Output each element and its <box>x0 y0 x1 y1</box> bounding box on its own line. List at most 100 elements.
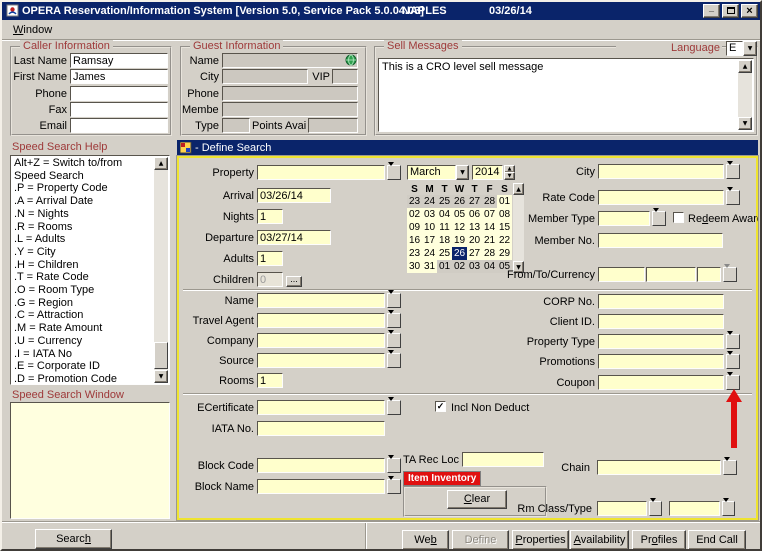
rate-to-field[interactable] <box>646 267 696 282</box>
scroll-up-icon[interactable]: ▲ <box>738 60 752 73</box>
calendar-day[interactable]: 02 <box>407 208 422 221</box>
calendar-day[interactable]: 28 <box>482 247 497 260</box>
calendar-scrollbar[interactable] <box>513 195 524 261</box>
property-type-lov-button[interactable] <box>726 334 740 349</box>
calendar-day[interactable]: 19 <box>452 234 467 247</box>
calendar-day[interactable]: 05 <box>452 208 467 221</box>
rm-class-field[interactable] <box>597 501 647 516</box>
calendar-day[interactable]: 10 <box>422 221 437 234</box>
web-links-button[interactable]: Web Links <box>402 530 449 550</box>
calendar-day[interactable]: 24 <box>422 195 437 208</box>
ecertificate-lov-button[interactable] <box>387 400 401 415</box>
speed-search-help-list[interactable]: Alt+Z = Switch to/from Speed Search .P =… <box>10 155 170 385</box>
departure-field[interactable] <box>257 230 331 245</box>
rooms-field[interactable] <box>257 373 283 388</box>
calendar-day[interactable]: 23 <box>407 195 422 208</box>
arrival-field[interactable] <box>257 188 331 203</box>
title-bar[interactable]: OPERA Reservation/Information System [Ve… <box>2 2 760 20</box>
client-id-field[interactable] <box>598 314 724 329</box>
caller-phone-field[interactable] <box>70 86 168 101</box>
redeem-award-checkbox[interactable] <box>673 212 684 223</box>
chain-field[interactable] <box>597 460 721 475</box>
end-call-button[interactable]: End Call <box>688 530 746 550</box>
calendar-day[interactable]: 03 <box>422 208 437 221</box>
calendar-day[interactable]: 30 <box>407 260 422 273</box>
rm-class-lov-button[interactable] <box>649 501 662 516</box>
menu-window[interactable]: Window <box>8 23 57 37</box>
calendar-day[interactable]: 26 <box>452 195 467 208</box>
scroll-down-icon[interactable]: ▼ <box>738 117 752 130</box>
member-no-field[interactable] <box>598 233 723 248</box>
property-type-field[interactable] <box>598 334 724 349</box>
last-name-field[interactable] <box>70 53 168 68</box>
calendar-day[interactable]: 11 <box>437 221 452 234</box>
coupon-field[interactable] <box>598 375 724 390</box>
incl-non-deduct-checkbox[interactable]: ✓ <box>435 401 446 412</box>
scroll-down-icon[interactable]: ▼ <box>154 370 168 383</box>
month-dropdown-button[interactable]: ▼ <box>456 165 469 180</box>
source-field[interactable] <box>257 353 385 368</box>
calendar-day[interactable]: 09 <box>407 221 422 234</box>
coupon-lov-button[interactable] <box>726 375 740 390</box>
rm-type-field[interactable] <box>669 501 720 516</box>
scrollbar-thumb[interactable] <box>154 342 168 369</box>
chain-lov-button[interactable] <box>723 460 737 475</box>
email-field[interactable] <box>70 118 168 133</box>
city-lov-button[interactable] <box>726 164 740 179</box>
rate-code-field[interactable] <box>598 190 724 205</box>
search-name-field[interactable] <box>257 293 385 308</box>
promotions-field[interactable] <box>598 354 724 369</box>
property-field[interactable] <box>257 165 385 180</box>
speed-search-window-input[interactable] <box>10 402 170 519</box>
calendar-day[interactable]: 25 <box>437 195 452 208</box>
travel-agent-lov-button[interactable] <box>387 313 401 328</box>
city-field[interactable] <box>598 164 724 179</box>
adults-field[interactable] <box>257 251 283 266</box>
currency-field[interactable] <box>697 267 721 282</box>
promotions-lov-button[interactable] <box>726 354 740 369</box>
calendar-day[interactable]: 12 <box>452 221 467 234</box>
calendar-day[interactable]: 04 <box>437 208 452 221</box>
source-lov-button[interactable] <box>387 353 401 368</box>
close-button[interactable]: × <box>741 4 758 18</box>
define-search-titlebar[interactable]: - Define Search <box>177 140 758 156</box>
rate-from-field[interactable] <box>598 267 645 282</box>
language-dropdown-button[interactable]: ▼ <box>743 41 757 56</box>
globe-icon[interactable] <box>345 54 357 69</box>
company-field[interactable] <box>257 333 385 348</box>
calendar-day[interactable]: 23 <box>407 247 422 260</box>
minimize-button[interactable]: _ <box>703 4 720 18</box>
travel-agent-field[interactable] <box>257 313 385 328</box>
calendar-day[interactable]: 24 <box>422 247 437 260</box>
calendar-day[interactable]: 29 <box>497 247 512 260</box>
iata-no-field[interactable] <box>257 421 385 436</box>
calendar-day[interactable]: 31 <box>422 260 437 273</box>
first-name-field[interactable] <box>70 69 168 84</box>
calendar-day[interactable]: 16 <box>407 234 422 247</box>
calendar-month-field[interactable]: March <box>407 165 456 180</box>
maximize-button[interactable] <box>722 4 739 18</box>
properties-button[interactable]: Properties <box>512 530 569 550</box>
corp-no-field[interactable] <box>598 294 724 309</box>
calendar-selected-day[interactable]: 26 <box>452 247 467 260</box>
profiles-button[interactable]: Profiles <box>632 530 686 550</box>
member-type-lov-button[interactable] <box>652 211 666 226</box>
block-name-field[interactable] <box>257 479 385 494</box>
block-name-lov-button[interactable] <box>387 479 401 494</box>
name-lov-button[interactable] <box>387 293 401 308</box>
property-lov-button[interactable] <box>387 165 401 180</box>
calendar-day[interactable]: 02 <box>452 260 467 273</box>
ecertificate-field[interactable] <box>257 400 385 415</box>
fax-field[interactable] <box>70 102 168 117</box>
scroll-up-icon[interactable]: ▲ <box>154 157 168 170</box>
rate-code-lov-button[interactable] <box>726 190 740 205</box>
search-button[interactable]: Search <box>35 529 112 549</box>
calendar-day[interactable]: 27 <box>467 247 482 260</box>
company-lov-button[interactable] <box>387 333 401 348</box>
children-ellipsis-button[interactable]: ... <box>286 276 302 287</box>
availability-button[interactable]: Availability <box>570 530 629 550</box>
calendar-day[interactable]: 01 <box>437 260 452 273</box>
nights-field[interactable] <box>257 209 283 224</box>
calendar-day[interactable]: 17 <box>422 234 437 247</box>
member-type-field[interactable] <box>598 211 650 226</box>
